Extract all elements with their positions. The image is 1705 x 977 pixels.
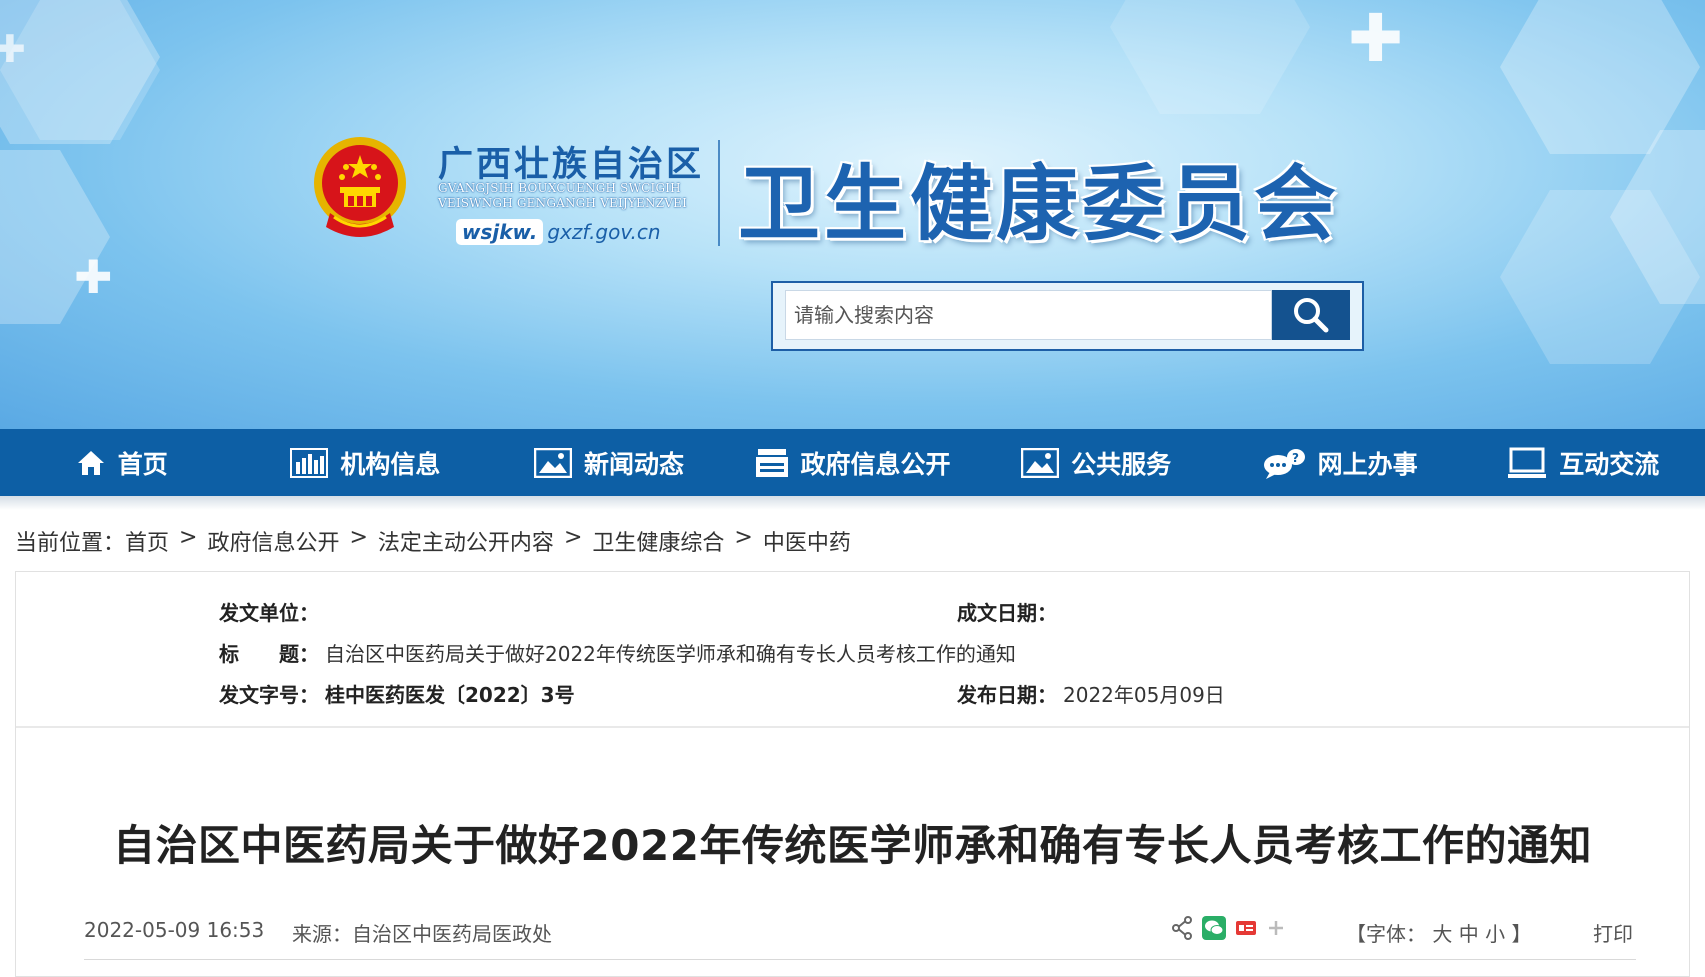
font-size-suffix: 】 bbox=[1511, 922, 1532, 946]
domain-suffix: gxzf.gov.cn bbox=[547, 220, 661, 244]
nav-item-online-service[interactable]: ? 网上办事 bbox=[1218, 429, 1462, 496]
doc-number-label: 发文字号： bbox=[219, 683, 319, 707]
wechat-icon[interactable] bbox=[1202, 916, 1226, 940]
header-banner: ✚ ✚ ✚ 广西壮族自治区 GVANGJSIH BOUXCUENGH SWCIG… bbox=[0, 0, 1705, 429]
nav-item-label: 公共服务 bbox=[1071, 449, 1172, 479]
region-name-zhuang-line1: GVANGJSIH BOUXCUENGH SWCIGIH bbox=[438, 181, 681, 195]
nav-item-public-service[interactable]: 公共服务 bbox=[974, 429, 1218, 496]
picture-icon bbox=[1021, 447, 1060, 478]
toutiao-icon[interactable] bbox=[1235, 917, 1257, 939]
decor-plus-icon: ✚ bbox=[74, 250, 113, 304]
publish-date-value: 2022年05月09日 bbox=[1063, 683, 1225, 707]
main-nav: 首页 机构信息 新闻动态 政府信息公开 公共服务 ? 网上办事 互动交流 bbox=[0, 429, 1705, 496]
nav-item-news[interactable]: 新闻动态 bbox=[487, 429, 731, 496]
decor-plus-icon: ✚ bbox=[1348, 0, 1404, 77]
issuer-label: 发文单位： bbox=[219, 601, 319, 625]
article-info-bar: 2022-05-09 16:53 来源：自治区中医药局医政处 【字体： 大 中 … bbox=[84, 910, 1636, 960]
decor-hexagon bbox=[1110, 0, 1310, 114]
nav-shadow bbox=[0, 496, 1705, 510]
domain-prefix: wsjkw. bbox=[456, 219, 544, 245]
site-title: 卫生健康委员会 bbox=[738, 156, 1341, 252]
breadcrumb-prefix: 当前位置： bbox=[15, 531, 126, 556]
breadcrumb-link-statutory[interactable]: 法定主动公开内容 bbox=[378, 525, 554, 557]
nav-item-institution[interactable]: 机构信息 bbox=[244, 429, 488, 496]
article-title: 自治区中医药局关于做好2022年传统医学师承和确有专长人员考核工作的通知 bbox=[113, 821, 1592, 870]
font-size-medium[interactable]: 中 bbox=[1459, 922, 1479, 946]
breadcrumb-link-health[interactable]: 卫生健康综合 bbox=[592, 525, 724, 557]
chat-bubble-icon: ? bbox=[1263, 448, 1305, 479]
content-panel: 发文单位： 成文日期： 标 题： 自治区中医药局关于做好2022年传统医学师承和… bbox=[15, 571, 1690, 977]
share-tools bbox=[1171, 916, 1286, 940]
region-name: 广西壮族自治区 bbox=[438, 144, 705, 185]
site-domain: wsjkw. gxzf.gov.cn bbox=[456, 217, 661, 247]
title-label: 标 题： bbox=[219, 642, 319, 666]
nav-item-gov-info[interactable]: 政府信息公开 bbox=[731, 429, 975, 496]
decor-plus-icon: ✚ bbox=[0, 27, 26, 71]
font-size-control: 【字体： 大 中 小 】 bbox=[1346, 918, 1531, 947]
nav-item-interaction[interactable]: 互动交流 bbox=[1461, 429, 1705, 496]
title-value: 自治区中医药局关于做好2022年传统医学师承和确有专长人员考核工作的通知 bbox=[325, 642, 1016, 666]
breadcrumb-separator: > bbox=[734, 525, 753, 550]
date-written-label: 成文日期： bbox=[957, 601, 1057, 625]
document-metadata: 发文单位： 成文日期： 标 题： 自治区中医药局关于做好2022年传统医学师承和… bbox=[16, 572, 1689, 728]
print-button[interactable]: 打印 bbox=[1593, 918, 1633, 947]
nav-item-label: 网上办事 bbox=[1317, 449, 1418, 479]
article-datetime: 2022-05-09 16:53 bbox=[84, 918, 265, 942]
search-icon bbox=[1294, 298, 1329, 333]
bar-chart-icon bbox=[290, 447, 329, 478]
more-share-icon[interactable] bbox=[1266, 918, 1286, 938]
image-icon bbox=[533, 447, 572, 478]
breadcrumb-separator: > bbox=[179, 525, 198, 550]
search-bar bbox=[771, 281, 1364, 351]
monitor-icon bbox=[1508, 447, 1547, 478]
breadcrumb-link-home[interactable]: 首页 bbox=[125, 525, 169, 557]
home-icon bbox=[77, 450, 104, 475]
article-source: 来源：自治区中医药局医政处 bbox=[292, 922, 552, 946]
breadcrumb-link-tcm[interactable]: 中医中药 bbox=[763, 525, 851, 557]
nav-item-label: 新闻动态 bbox=[583, 449, 684, 479]
share-icon[interactable] bbox=[1171, 916, 1193, 940]
header-divider bbox=[718, 140, 720, 246]
national-emblem-icon bbox=[314, 137, 406, 237]
font-size-prefix: 【字体： bbox=[1346, 922, 1426, 946]
doc-number-value: 桂中医药医发〔2022〕3号 bbox=[325, 683, 575, 707]
breadcrumb-link-gov-info[interactable]: 政府信息公开 bbox=[207, 525, 339, 557]
document-stack-icon bbox=[755, 448, 788, 477]
nav-item-label: 互动交流 bbox=[1559, 449, 1660, 479]
search-input[interactable] bbox=[785, 290, 1272, 340]
font-size-small[interactable]: 小 bbox=[1485, 922, 1505, 946]
breadcrumb: 当前位置： 首页 > 政府信息公开 > 法定主动公开内容 > 卫生健康综合 > … bbox=[15, 525, 851, 557]
nav-item-label: 机构信息 bbox=[340, 449, 441, 479]
nav-item-home[interactable]: 首页 bbox=[0, 429, 244, 496]
svg-text:?: ? bbox=[1292, 451, 1299, 465]
search-button[interactable] bbox=[1272, 290, 1350, 340]
breadcrumb-separator: > bbox=[563, 525, 583, 550]
nav-item-label: 政府信息公开 bbox=[800, 449, 951, 479]
breadcrumb-separator: > bbox=[349, 525, 368, 550]
publish-date-label: 发布日期： bbox=[957, 683, 1057, 707]
nav-item-label: 首页 bbox=[117, 449, 168, 479]
region-name-zhuang-line2: VEISWNGH GENGANGH VEIJYENZVEI bbox=[438, 196, 688, 210]
font-size-large[interactable]: 大 bbox=[1432, 922, 1452, 946]
